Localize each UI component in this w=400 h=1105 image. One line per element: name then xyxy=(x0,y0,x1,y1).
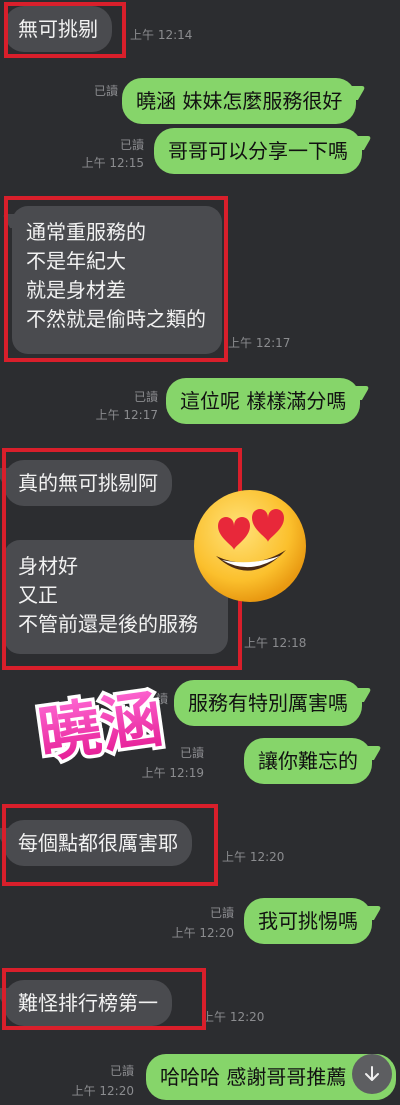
read-receipt: 已讀 xyxy=(93,84,118,98)
message-text: 哥哥可以分享一下嗎 xyxy=(168,139,348,163)
highlight-box xyxy=(2,968,206,1030)
name-sticker: 曉涵 xyxy=(30,678,170,775)
timestamp: 上午 12:18 xyxy=(244,636,307,650)
message-text: 讓你難忘的 xyxy=(258,749,358,773)
timestamp: 上午 12:20 xyxy=(202,1010,265,1024)
outgoing-message[interactable]: 我可挑惕嗎 xyxy=(244,898,372,944)
timestamp: 上午 12:20 xyxy=(222,850,285,864)
heart-eyes-emoji-icon xyxy=(194,490,306,602)
outgoing-message[interactable]: 服務有特別厲害嗎 xyxy=(174,680,362,726)
message-text: 哈哈哈 感謝哥哥推薦 xyxy=(160,1065,347,1089)
timestamp: 上午 12:17 xyxy=(95,408,158,422)
timestamp: 上午 12:19 xyxy=(141,766,204,780)
message-text: 這位呢 樣樣滿分嗎 xyxy=(180,389,347,413)
read-receipt: 已讀 xyxy=(109,1064,134,1078)
timestamp: 上午 12:15 xyxy=(81,156,144,170)
highlight-box xyxy=(4,196,228,362)
timestamp: 上午 12:14 xyxy=(130,28,193,42)
highlight-box xyxy=(4,2,126,58)
message-text: 我可挑惕嗎 xyxy=(258,909,358,933)
read-receipt: 已讀 xyxy=(133,390,158,404)
scroll-to-bottom-button[interactable] xyxy=(352,1054,392,1094)
timestamp: 上午 12:17 xyxy=(228,336,291,350)
message-text: 曉涵 妹妹怎麼服務很好 xyxy=(136,89,343,113)
timestamp: 上午 12:20 xyxy=(71,1084,134,1098)
message-text: 服務有特別厲害嗎 xyxy=(188,691,348,715)
read-receipt: 已讀 xyxy=(119,138,144,152)
outgoing-message[interactable]: 這位呢 樣樣滿分嗎 xyxy=(166,378,361,424)
read-receipt: 已讀 xyxy=(179,746,204,760)
outgoing-message[interactable]: 讓你難忘的 xyxy=(244,738,372,784)
highlight-box xyxy=(2,804,218,886)
sticker-text: 曉涵 xyxy=(34,682,167,772)
outgoing-message[interactable]: 哥哥可以分享一下嗎 xyxy=(154,128,362,174)
timestamp: 上午 12:20 xyxy=(171,926,234,940)
arrow-down-icon xyxy=(365,1066,379,1081)
read-receipt: 已讀 xyxy=(209,906,234,920)
outgoing-message[interactable]: 曉涵 妹妹怎麼服務很好 xyxy=(122,78,357,124)
